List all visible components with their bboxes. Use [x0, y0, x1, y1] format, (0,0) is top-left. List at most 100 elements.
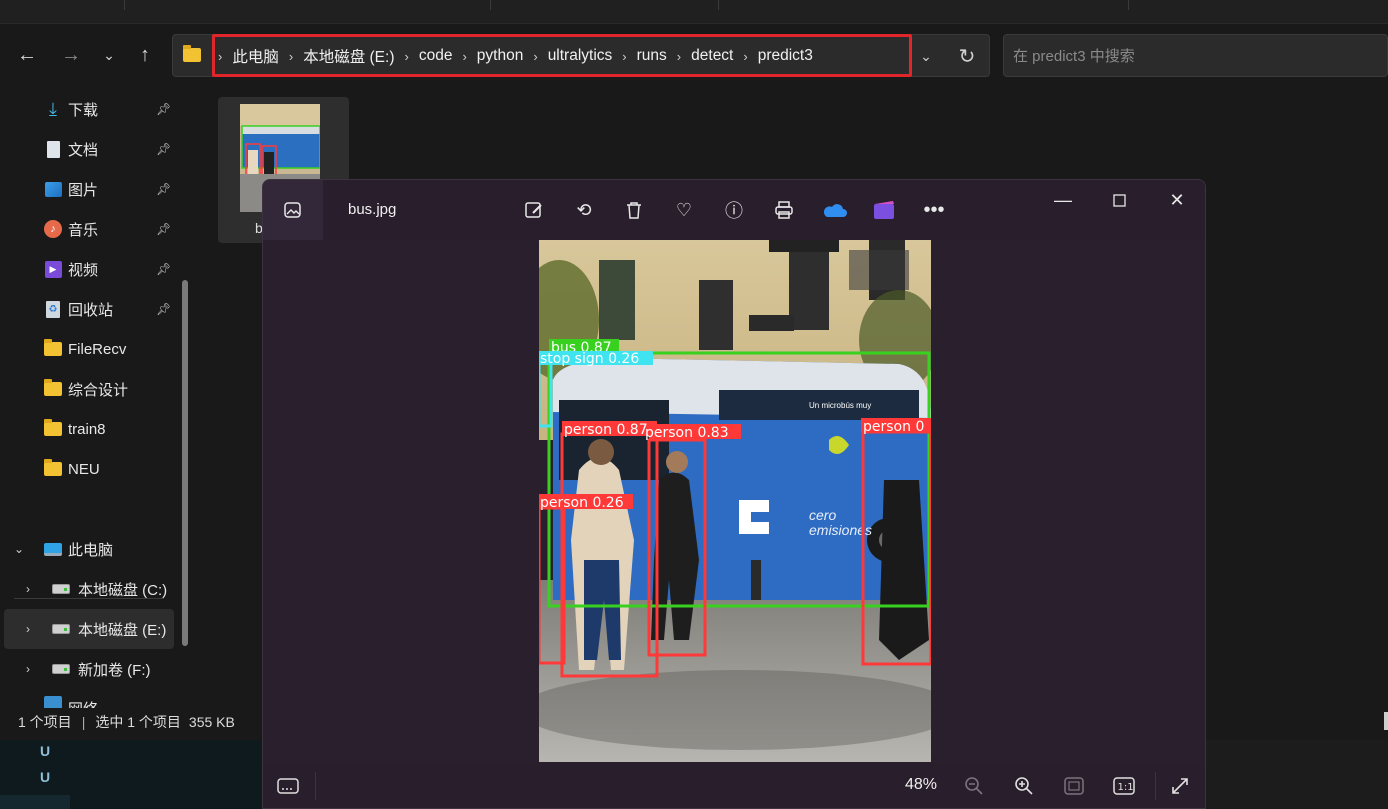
back-arrow-icon[interactable]: ←	[12, 40, 42, 70]
photo-canvas[interactable]: Un microbús muy cero emisiones bus 0.87 …	[539, 240, 931, 763]
detection-label-person: person 0.83	[645, 425, 729, 441]
clipchamp-icon[interactable]	[869, 196, 899, 224]
maximize-icon[interactable]	[1099, 188, 1139, 212]
breadcrumb-item[interactable]: detect	[685, 47, 739, 65]
sidebar-item-label: 本地磁盘 (E:)	[78, 621, 167, 639]
sidebar-item-label: 本地磁盘 (C:)	[78, 581, 168, 599]
rotate-icon[interactable]: ⟲	[569, 196, 599, 224]
sidebar-item-label: 音乐	[68, 221, 99, 239]
onedrive-cloud-icon[interactable]	[819, 196, 849, 224]
detection-label-person: person 0.87	[564, 422, 648, 438]
close-icon[interactable]: ✕	[1157, 188, 1197, 212]
sidebar-item-downloads[interactable]: ⤓ 下载 📌︎	[0, 90, 180, 128]
svg-text:1:1: 1:1	[1118, 782, 1134, 793]
chevron-right-icon[interactable]: ›	[26, 622, 30, 636]
pin-icon: 📌︎	[156, 182, 172, 196]
breadcrumb-item[interactable]: python	[471, 47, 530, 65]
full-screen-icon[interactable]	[1165, 772, 1195, 800]
content-scrollbar[interactable]	[1384, 712, 1388, 730]
zoom-level: 48%	[905, 776, 938, 793]
sidebar-item-design[interactable]: 综合设计	[0, 370, 180, 408]
sidebar-item-neu[interactable]: NEU	[0, 450, 180, 488]
toolbar-divider	[1155, 772, 1156, 800]
sidebar-item-train8[interactable]: train8	[0, 410, 180, 448]
folder-icon	[44, 339, 62, 358]
sidebar-item-label: 网络	[68, 698, 98, 708]
breadcrumb: › 此电脑 › 本地磁盘 (E:) › code › python › ultr…	[214, 44, 819, 68]
address-dropdown-chevron-icon[interactable]: ⌄	[914, 44, 938, 68]
recent-locations-chevron-icon[interactable]: ⌄	[94, 40, 124, 70]
sidebar-item-drive-f[interactable]: › 新加卷 (F:)	[0, 650, 180, 688]
sidebar-item-filerecv[interactable]: FileRecv	[0, 330, 180, 368]
chevron-right-icon[interactable]: ›	[458, 49, 470, 64]
chevron-right-icon[interactable]: ›	[618, 49, 630, 64]
favorite-heart-icon[interactable]: ♡	[669, 196, 699, 224]
chevron-right-icon[interactable]: ›	[26, 582, 30, 596]
computer-icon	[44, 540, 62, 558]
sidebar-item-pictures[interactable]: 图片 📌︎	[0, 170, 180, 208]
chevron-right-icon[interactable]: ›	[26, 662, 30, 676]
fit-to-window-icon[interactable]	[1059, 772, 1089, 800]
sidebar-scrollbar[interactable]	[182, 280, 188, 646]
zoom-out-icon[interactable]	[959, 772, 989, 800]
zoom-in-icon[interactable]	[1009, 772, 1039, 800]
breadcrumb-item[interactable]: 本地磁盘 (E:)	[297, 45, 400, 67]
photos-bottom-bar: 48% 1:1	[263, 762, 1205, 808]
sidebar-item-videos[interactable]: ▶ 视频 📌︎	[0, 250, 180, 288]
chevron-right-icon[interactable]: ›	[529, 49, 541, 64]
breadcrumb-item[interactable]: code	[413, 47, 459, 65]
detection-label-person: person 0.26	[540, 495, 624, 511]
sidebar-item-this-pc[interactable]: ⌄ 此电脑	[0, 530, 180, 568]
recycle-bin-icon: ♻	[44, 300, 62, 318]
sidebar-item-label: 图片	[68, 181, 99, 199]
video-icon: ▶	[44, 260, 62, 278]
photo-filename: bus.jpg	[348, 201, 397, 218]
breadcrumb-item[interactable]: runs	[631, 47, 673, 65]
sidebar-item-label: train8	[68, 420, 106, 438]
chevron-right-icon[interactable]: ›	[673, 49, 685, 64]
minimize-icon[interactable]: —	[1043, 188, 1083, 212]
drive-icon	[52, 620, 70, 638]
info-icon[interactable]: ⓘ	[719, 196, 749, 224]
print-icon[interactable]	[769, 196, 799, 224]
tab-strip	[0, 0, 1388, 24]
delete-icon[interactable]	[619, 196, 649, 224]
folder-icon	[44, 379, 62, 398]
up-arrow-icon[interactable]: ↑	[130, 40, 160, 70]
edit-image-icon[interactable]	[519, 196, 549, 224]
taskbar-text: U	[40, 743, 51, 759]
sidebar-item-label: 文档	[68, 141, 99, 159]
sidebar-item-documents[interactable]: 文档 📌︎	[0, 130, 180, 168]
chevron-right-icon[interactable]: ›	[400, 49, 412, 64]
taskbar-fragment: U U	[0, 740, 262, 809]
breadcrumb-item[interactable]: ultralytics	[542, 47, 619, 65]
detection-label-person: person 0	[863, 419, 924, 435]
status-bar: 1 个项目 | 选中 1 个项目 355 KB	[0, 708, 262, 736]
sidebar-item-label: 下载	[68, 101, 99, 119]
sidebar-item-label: 回收站	[68, 301, 114, 319]
actual-size-icon[interactable]: 1:1	[1109, 772, 1139, 800]
sidebar-item-drive-c[interactable]: › 本地磁盘 (C:)	[0, 570, 180, 608]
search-placeholder: 在 predict3 中搜索	[1013, 48, 1135, 65]
refresh-icon[interactable]: ↻	[952, 42, 982, 70]
chevron-down-icon[interactable]: ⌄	[14, 542, 24, 556]
pin-icon: 📌︎	[156, 262, 172, 276]
more-options-icon[interactable]: •••	[919, 196, 949, 224]
forward-arrow-icon[interactable]: →	[56, 40, 86, 70]
taskbar-text: U	[40, 769, 51, 785]
sidebar-item-music[interactable]: ♪ 音乐 📌︎	[0, 210, 180, 248]
gallery-button[interactable]	[263, 180, 323, 240]
svg-text:cero: cero	[809, 507, 836, 523]
breadcrumb-item-current[interactable]: predict3	[752, 47, 819, 65]
pin-icon: 📌︎	[156, 302, 172, 316]
chevron-right-icon[interactable]: ›	[739, 49, 751, 64]
filmstrip-icon[interactable]	[273, 772, 303, 800]
download-icon: ⤓	[49, 98, 57, 119]
sidebar-item-drive-e[interactable]: › 本地磁盘 (E:)	[0, 610, 180, 648]
folder-icon	[183, 45, 201, 62]
sidebar-item-network[interactable]: 网络	[0, 690, 190, 708]
chevron-right-icon: ›	[218, 48, 223, 64]
sidebar-item-recycle-bin[interactable]: ♻ 回收站 📌︎	[0, 290, 180, 328]
chevron-right-icon[interactable]: ›	[285, 49, 297, 64]
breadcrumb-item[interactable]: 此电脑	[226, 45, 285, 67]
